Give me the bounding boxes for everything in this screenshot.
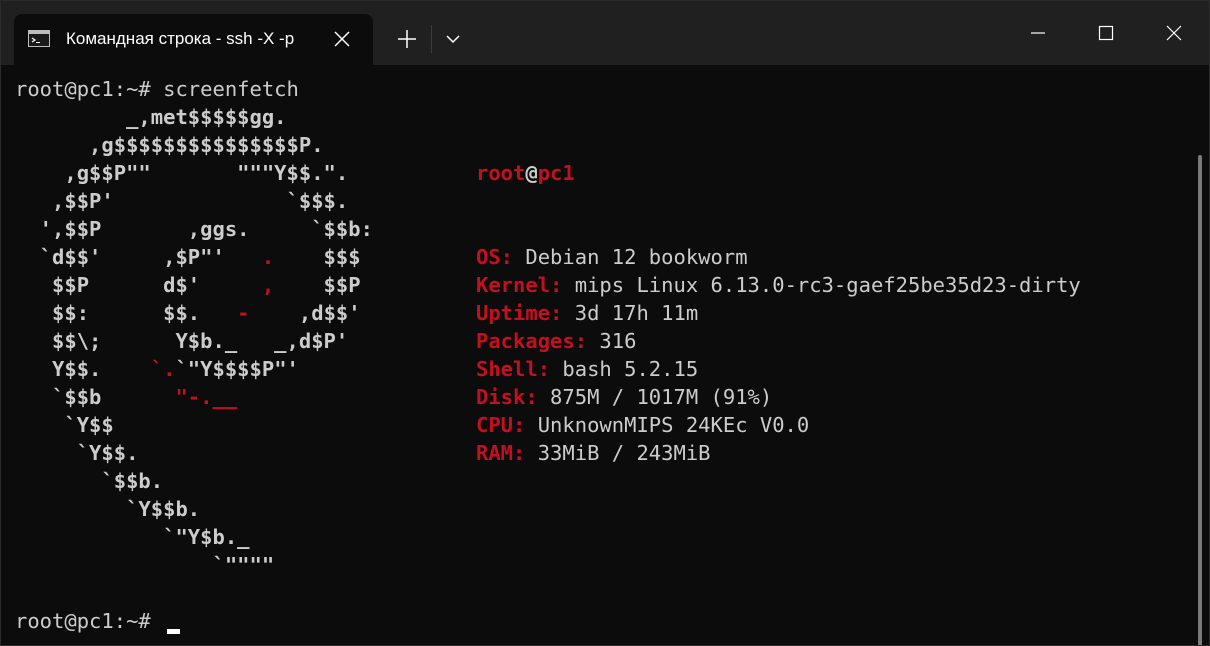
at-sign: @	[525, 161, 538, 185]
close-window-button[interactable]	[1140, 1, 1208, 65]
ascii-segment: `Y$$.	[15, 441, 139, 465]
user-host-line: root@pc1	[476, 159, 1081, 187]
ascii-segment: `""""	[15, 553, 275, 577]
info-row: Disk: 875M / 1017M (91%)	[476, 383, 1081, 411]
ascii-segment: `d$$' ,$P"'	[15, 245, 262, 269]
ascii-segment: `"Y$b._	[15, 525, 250, 549]
terminal-window: Командная строка - ssh -X -p root@pc1:~#…	[0, 0, 1210, 646]
info-key: Kernel:	[476, 273, 563, 297]
ascii-segment: $$P d$'	[15, 273, 262, 297]
ascii-segment: `$$b	[15, 385, 176, 409]
info-value: 875M / 1017M (91%)	[537, 385, 773, 409]
terminal-output[interactable]: root@pc1:~# screenfetch _,met$$$$$gg. ,g…	[1, 65, 1202, 645]
divider	[431, 25, 432, 53]
ascii-segment: `$$b.	[15, 469, 164, 493]
close-tab-icon[interactable]	[330, 27, 354, 51]
ascii-segment: ,d$$'	[249, 301, 361, 325]
text-cursor	[167, 629, 181, 634]
info-key: Uptime:	[476, 301, 563, 325]
info-row: OS: Debian 12 bookworm	[476, 243, 1081, 271]
ascii-segment: _,met$$$$$gg.	[15, 105, 287, 129]
info-value: 3d 17h 11m	[562, 301, 699, 325]
command-prompt-icon	[28, 30, 50, 47]
plus-icon[interactable]	[391, 23, 423, 55]
close-icon	[1166, 25, 1182, 41]
minimize-icon	[1031, 32, 1045, 34]
ascii-segment: $$\; Y$b._ _,d$P'	[15, 329, 349, 353]
ascii-segment: $$$	[274, 245, 361, 269]
maximize-button[interactable]	[1072, 1, 1140, 65]
info-key: Disk:	[476, 385, 538, 409]
debian-swirl-logo: _,met$$$$$gg. ,g$$$$$$$$$$$$$$$P. ,g$$P"…	[15, 103, 373, 579]
ascii-segment: -	[237, 301, 250, 325]
chevron-down-icon[interactable]	[439, 23, 467, 55]
info-key: CPU:	[476, 413, 526, 437]
ascii-segment: ,g$$$$$$$$$$$$$$$P.	[15, 133, 324, 157]
ascii-segment: `Y$$b.	[15, 497, 201, 521]
ascii-segment: "-.__	[175, 385, 238, 409]
info-key: OS:	[476, 245, 514, 269]
info-row: Kernel: mips Linux 6.13.0-rc3-gaef25be35…	[476, 271, 1081, 299]
info-key: RAM:	[476, 441, 526, 465]
info-value: Debian 12 bookworm	[513, 245, 748, 269]
info-rows: OS: Debian 12 bookworm Kernel: mips Linux…	[476, 243, 1081, 467]
info-key: Packages:	[476, 329, 588, 353]
info-value: 33MiB / 243MiB	[525, 441, 711, 465]
ascii-segment: $$P	[274, 273, 361, 297]
ascii-segment: $$: $$.	[15, 301, 238, 325]
prompt-line[interactable]: root@pc1:~#	[15, 607, 181, 635]
maximize-icon	[1098, 25, 1114, 41]
ascii-segment: ,	[261, 273, 275, 297]
ascii-segment: `.	[150, 357, 176, 381]
ascii-segment: ',$$P ,ggs. `$$b:	[15, 217, 373, 241]
system-info: root@pc1 OS: Debian 12 bookworm Kernel: m…	[476, 103, 1081, 523]
info-value: mips Linux 6.13.0-rc3-gaef25be35d23-dirt…	[562, 273, 1081, 297]
info-value: bash 5.2.15	[550, 357, 699, 381]
ascii-segment: Y$$.	[15, 357, 151, 381]
prompt-text: root@pc1:~#	[15, 609, 164, 633]
info-row: CPU: UnknownMIPS 24KEc V0.0	[476, 411, 1081, 439]
info-row: Packages: 316	[476, 327, 1081, 355]
info-row: Uptime: 3d 17h 11m	[476, 299, 1081, 327]
info-row: Shell: bash 5.2.15	[476, 355, 1081, 383]
tab-title: Командная строка - ssh -X -p	[66, 29, 295, 48]
ascii-segment: ,$$P' `$$$.	[15, 189, 349, 213]
info-value: 316	[587, 329, 637, 353]
host-name: pc1	[537, 161, 575, 185]
info-row: RAM: 33MiB / 243MiB	[476, 439, 1081, 467]
info-key: Shell:	[476, 357, 551, 381]
ascii-segment: ,g$$P"" """Y$$.".	[15, 161, 349, 185]
title-bar[interactable]: Командная строка - ssh -X -p	[1, 1, 1209, 65]
minimize-button[interactable]	[1004, 1, 1072, 65]
ascii-segment: .	[261, 245, 275, 269]
user-name: root	[476, 161, 526, 185]
ascii-segment: `"Y$$$$P"'	[175, 357, 299, 381]
info-value: UnknownMIPS 24KEc V0.0	[525, 413, 810, 437]
scrollbar[interactable]	[1198, 155, 1202, 645]
ascii-segment: `Y$$	[15, 413, 114, 437]
tab-command-prompt[interactable]: Командная строка - ssh -X -p	[14, 14, 373, 65]
command-line: root@pc1:~# screenfetch	[15, 77, 299, 101]
